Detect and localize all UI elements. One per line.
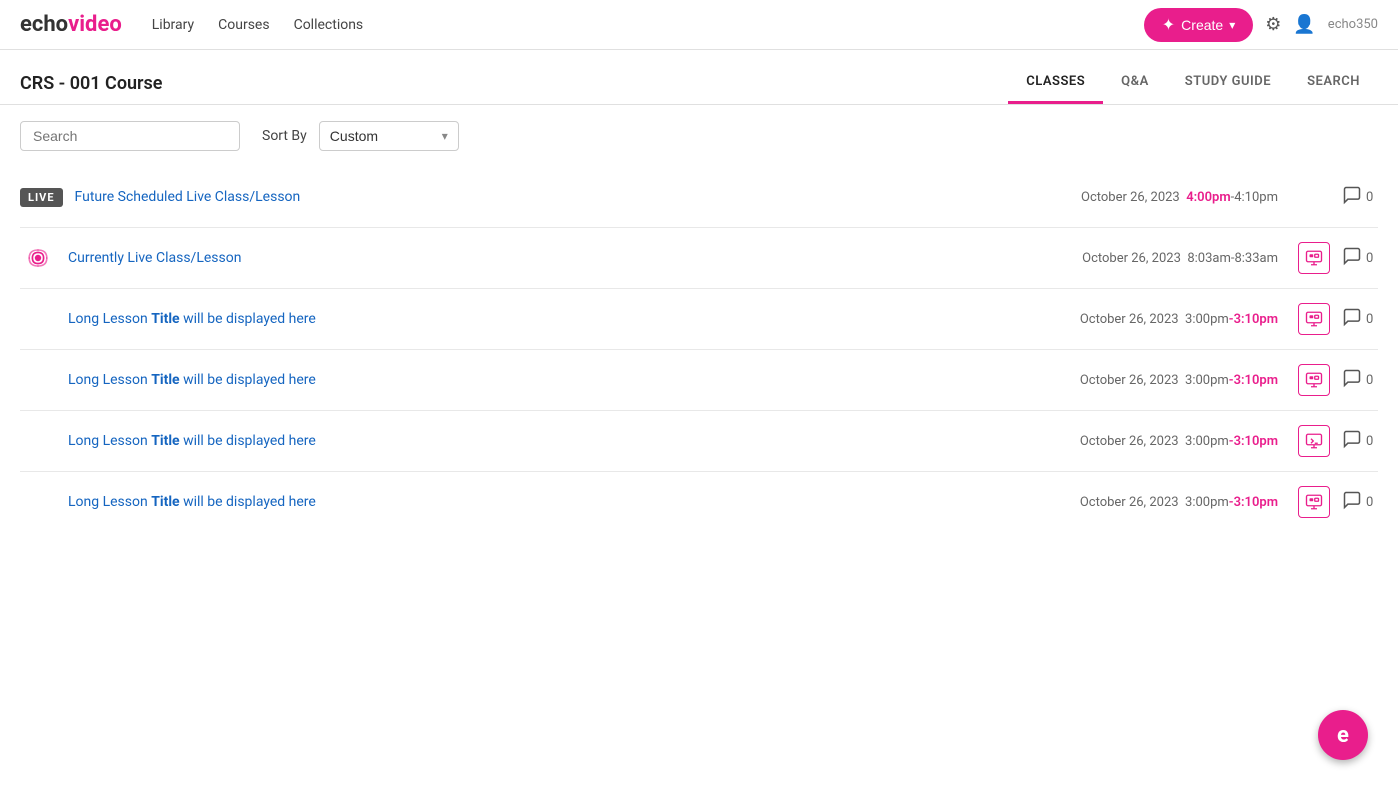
lesson-date: October 26, 2023 3:00pm-3:10pm [1080, 373, 1278, 388]
comment-wrap: 0 [1342, 368, 1378, 393]
comment-icon [1342, 185, 1362, 210]
nav-collections[interactable]: Collections [294, 17, 364, 33]
logo-echo: echo [20, 12, 68, 37]
capture-icon[interactable] [1298, 242, 1330, 274]
tab-qa[interactable]: Q&A [1103, 62, 1167, 104]
settings-icon[interactable]: ⚙ [1265, 14, 1281, 35]
lesson-list: LIVE Future Scheduled Live Class/Lesson … [0, 167, 1398, 532]
comment-wrap: 0 [1342, 307, 1378, 332]
search-input[interactable] [33, 128, 227, 144]
lesson-row: Long Lesson Title will be displayed here… [20, 411, 1378, 472]
comment-count: 0 [1366, 190, 1373, 205]
course-tabs: CLASSES Q&A STUDY GUIDE SEARCH [1008, 62, 1378, 104]
lesson-row: Long Lesson Title will be displayed here… [20, 289, 1378, 350]
comment-count: 0 [1366, 495, 1373, 510]
search-input-wrap[interactable] [20, 121, 240, 151]
capture-icon[interactable] [1298, 364, 1330, 396]
capture-icon[interactable] [1298, 486, 1330, 518]
lesson-date: October 26, 2023 4:00pm-4:10pm [1081, 190, 1278, 205]
comment-icon [1342, 246, 1362, 271]
logo[interactable]: echovideo [20, 12, 122, 37]
comment-wrap: 0 [1342, 185, 1378, 210]
comment-icon [1342, 368, 1362, 393]
fab-button[interactable]: e [1318, 710, 1368, 760]
nav-right: ✦ Create ▾ ⚙ 👤 echo350 [1144, 8, 1378, 42]
comment-count: 0 [1366, 312, 1373, 327]
lesson-date: October 26, 2023 3:00pm-3:10pm [1080, 495, 1278, 510]
comment-icon [1342, 429, 1362, 454]
top-nav: echovideo Library Courses Collections ✦ … [0, 0, 1398, 50]
sort-select[interactable]: Custom Date Title Duration [330, 128, 434, 144]
course-title: CRS - 001 Course [20, 73, 162, 94]
nav-library[interactable]: Library [152, 17, 194, 33]
lesson-row: Long Lesson Title will be displayed here… [20, 472, 1378, 532]
chevron-down-icon: ▾ [1229, 18, 1235, 32]
lesson-row: Currently Live Class/Lesson October 26, … [20, 228, 1378, 289]
comment-count: 0 [1366, 434, 1373, 449]
sort-select-wrap[interactable]: Custom Date Title Duration ▾ [319, 121, 459, 151]
comment-count: 0 [1366, 373, 1373, 388]
create-button[interactable]: ✦ Create ▾ [1144, 8, 1253, 42]
sort-chevron-icon: ▾ [442, 129, 448, 143]
course-header: CRS - 001 Course CLASSES Q&A STUDY GUIDE… [0, 50, 1398, 105]
screen-icon[interactable] [1298, 425, 1330, 457]
lesson-title-future-live[interactable]: Future Scheduled Live Class/Lesson [75, 189, 1069, 205]
tab-study-guide[interactable]: STUDY GUIDE [1167, 62, 1289, 104]
tab-search[interactable]: SEARCH [1289, 62, 1378, 104]
comment-wrap: 0 [1342, 246, 1378, 271]
search-sort-bar: Sort By Custom Date Title Duration ▾ [0, 105, 1398, 167]
logo-video: video [68, 12, 122, 37]
create-spark-icon: ✦ [1162, 15, 1175, 35]
lesson-title-1[interactable]: Long Lesson Title will be displayed here [68, 311, 1068, 327]
user-icon[interactable]: 👤 [1293, 14, 1315, 35]
echo350-label: echo350 [1328, 17, 1378, 32]
lesson-date: October 26, 2023 3:00pm-3:10pm [1080, 312, 1278, 327]
lesson-title-current-live[interactable]: Currently Live Class/Lesson [68, 250, 1070, 266]
comment-icon [1342, 490, 1362, 515]
nav-links: Library Courses Collections [152, 17, 1144, 33]
lesson-date: October 26, 2023 3:00pm-3:10pm [1080, 434, 1278, 449]
lesson-row: Long Lesson Title will be displayed here… [20, 350, 1378, 411]
comment-wrap: 0 [1342, 429, 1378, 454]
lesson-row: LIVE Future Scheduled Live Class/Lesson … [20, 167, 1378, 228]
capture-icon[interactable] [1298, 303, 1330, 335]
sort-label: Sort By [262, 128, 307, 144]
nav-courses[interactable]: Courses [218, 17, 269, 33]
live-badge: LIVE [20, 188, 63, 207]
live-indicator-icon [20, 248, 56, 268]
comment-count: 0 [1366, 251, 1373, 266]
comment-wrap: 0 [1342, 490, 1378, 515]
lesson-title-3[interactable]: Long Lesson Title will be displayed here [68, 433, 1068, 449]
comment-icon [1342, 307, 1362, 332]
lesson-date: October 26, 2023 8:03am-8:33am [1082, 251, 1278, 266]
create-label: Create [1181, 17, 1223, 33]
lesson-title-4[interactable]: Long Lesson Title will be displayed here [68, 494, 1068, 510]
lesson-title-2[interactable]: Long Lesson Title will be displayed here [68, 372, 1068, 388]
tab-classes[interactable]: CLASSES [1008, 62, 1103, 104]
